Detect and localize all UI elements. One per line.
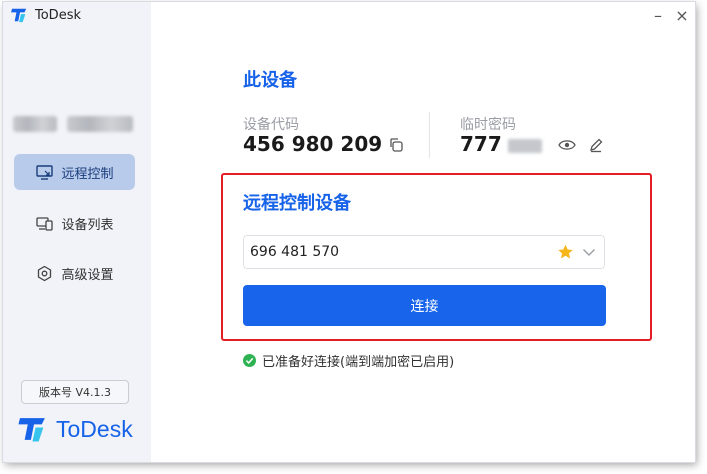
chevron-down-icon[interactable] — [580, 243, 598, 261]
divider — [429, 112, 430, 158]
connection-status: 已准备好连接(端到端加密已启用) — [243, 351, 454, 370]
eye-icon[interactable] — [558, 136, 576, 154]
star-icon[interactable] — [556, 243, 574, 261]
temp-password-value: 777 — [460, 132, 502, 156]
blurred-username — [13, 116, 57, 132]
sidebar-item-advanced-settings[interactable]: 高级设置 — [14, 255, 135, 291]
sidebar: ToDesk 远程控制 设备列表 高级设置 版本号 V4.1.3 ToDesk — [3, 2, 151, 462]
remote-device-code-value: 696 481 570 — [250, 244, 340, 260]
this-device-heading: 此设备 — [243, 70, 297, 91]
connect-button[interactable]: 连接 — [243, 285, 606, 326]
remote-device-code-input[interactable]: 696 481 570 — [243, 235, 605, 269]
brand-logo: ToDesk — [18, 415, 133, 443]
sidebar-item-label: 远程控制 — [61, 166, 114, 182]
copy-icon[interactable] — [387, 136, 405, 154]
device-code-value: 456 980 209 — [243, 132, 383, 156]
blurred-username-part — [67, 116, 133, 132]
minimize-button[interactable]: – — [648, 5, 668, 25]
temp-password-label: 临时密码 — [460, 117, 516, 133]
sidebar-item-label: 高级设置 — [61, 267, 114, 283]
monitor-remote-icon — [35, 163, 53, 181]
devices-icon — [35, 214, 53, 232]
version-badge: 版本号 V4.1.3 — [21, 380, 129, 404]
settings-icon — [35, 264, 53, 282]
blurred-password — [508, 139, 542, 153]
sidebar-item-label: 设备列表 — [61, 217, 114, 233]
app-title: ToDesk — [35, 7, 81, 23]
check-circle-icon — [243, 354, 256, 367]
app-window: ToDesk 远程控制 设备列表 高级设置 版本号 V4.1.3 ToDesk … — [3, 2, 695, 462]
sidebar-item-remote-control[interactable]: 远程控制 — [14, 154, 135, 190]
status-text: 已准备好连接(端到端加密已启用) — [262, 355, 455, 370]
app-title-bar: ToDesk — [11, 7, 81, 23]
remote-control-heading: 远程控制设备 — [243, 193, 351, 214]
edit-icon[interactable] — [587, 136, 605, 154]
sidebar-item-device-list[interactable]: 设备列表 — [14, 205, 135, 241]
close-button[interactable]: × — [672, 5, 692, 25]
todesk-logo-icon — [11, 8, 27, 23]
device-code-label: 设备代码 — [243, 117, 299, 133]
todesk-logo-icon — [18, 418, 45, 442]
brand-name: ToDesk — [56, 415, 133, 442]
